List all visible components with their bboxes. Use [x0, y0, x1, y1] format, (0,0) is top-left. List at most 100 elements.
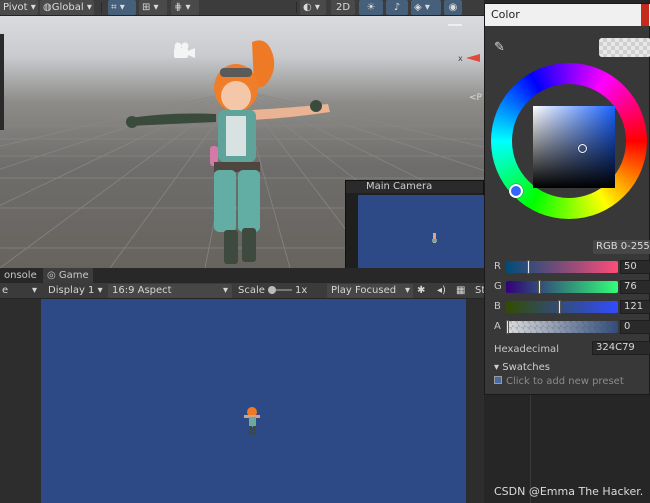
axis-gizmo[interactable]: x <P [458, 54, 483, 103]
aspect-label: 16:9 Aspect [112, 285, 172, 296]
close-button[interactable] [641, 4, 649, 26]
display-label: Display 1 [48, 285, 95, 296]
globe-icon: ◍ [43, 2, 52, 13]
global-label: Global [51, 2, 84, 13]
shading-mode-icon: ◐ ▾ [303, 2, 320, 13]
channel-b-label: B [494, 301, 501, 312]
channel-a-value[interactable]: 0 [620, 320, 650, 334]
tab-game[interactable]: ◎ Game [43, 268, 93, 283]
color-preview-swatch [599, 38, 650, 57]
tab-console-label: onsole [4, 270, 37, 281]
game-view[interactable] [41, 299, 466, 503]
scene-view[interactable]: x <P Main Camera [0, 16, 484, 268]
game-mode-dropdown[interactable]: e ▾ [0, 284, 42, 298]
game-toolbar: e ▾ Display 1 ▾ 16:9 Aspect ▾ Scale 1x Pla… [0, 283, 485, 299]
lightbulb-icon: ☀ [366, 2, 376, 13]
grid-visual-icon: ⋕ ▾ [174, 2, 191, 13]
effects-toggle[interactable]: ◈ ▾ [411, 0, 441, 15]
mode-2d-button[interactable]: 2D [331, 0, 355, 15]
axis-x-label: x [458, 54, 463, 63]
gamepad-icon: ◎ [47, 270, 56, 281]
tab-game-label: Game [58, 270, 89, 281]
grid-visual-button[interactable]: ⋕ ▾ [171, 0, 199, 15]
stats-icon[interactable]: ▦ [456, 284, 465, 298]
main-camera-viewport [358, 195, 484, 268]
color-picker-window: Color ✎ RGB 0-255▾ R 50 G 76 B 121 A 0 H… [484, 3, 650, 395]
swatches-add-row[interactable]: Click to add new preset [494, 376, 624, 387]
chevron-down-icon: ▾ [404, 285, 410, 296]
scale-slider-handle[interactable] [268, 286, 276, 294]
toolbar-divider [101, 2, 102, 13]
pivot-dropdown[interactable]: Pivot ▾ [0, 0, 38, 15]
channel-b-value[interactable]: 121 [620, 300, 650, 314]
channel-g-value[interactable]: 76 [620, 280, 650, 294]
layers-icon: ◈ ▾ [414, 2, 430, 13]
global-dropdown[interactable]: ◍Global ▾ [40, 0, 94, 15]
color-window-title: Color [485, 4, 650, 26]
sv-marker[interactable] [578, 144, 587, 153]
main-camera-title: Main Camera [346, 181, 483, 193]
gizmo-toggle-line [448, 24, 462, 26]
channel-g-handle[interactable] [538, 280, 541, 294]
camera-gizmo-icon[interactable] [174, 42, 195, 59]
camera-preview-character [432, 233, 437, 243]
audio-icon: ♪ [393, 2, 401, 13]
chevron-down-icon: ▾ [222, 285, 228, 296]
eye-icon: ◉ [448, 2, 458, 13]
play-mode-dropdown[interactable]: Play Focused ▾ [327, 284, 413, 298]
bottom-tabbar: onsole ◎ Game [0, 268, 484, 283]
channel-row-g: G 76 [485, 280, 650, 294]
display-dropdown[interactable]: Display 1 ▾ [48, 284, 104, 298]
tab-console[interactable]: onsole [0, 268, 42, 283]
channel-r-handle[interactable] [527, 260, 530, 274]
channel-a-handle[interactable] [506, 320, 509, 334]
toolbar-divider [296, 2, 297, 13]
play-mode-label: Play Focused [331, 285, 397, 296]
triangle-down-icon: ▾ [494, 362, 500, 373]
hex-input[interactable]: 324C79 [592, 341, 650, 355]
hidden-objects-toggle[interactable]: ◉ [444, 0, 462, 15]
color-mode-dropdown[interactable]: RGB 0-255▾ [593, 240, 650, 254]
aspect-dropdown[interactable]: 16:9 Aspect ▾ [108, 284, 232, 298]
chevron-down-icon: ▾ [30, 2, 36, 13]
mute-audio-icon[interactable]: ◂) [437, 284, 446, 298]
hue-marker[interactable] [509, 184, 523, 198]
grid-snap-button[interactable]: ⌗ ▾ [108, 0, 136, 15]
bug-icon[interactable]: ✱ [417, 284, 425, 298]
draw-mode-button[interactable]: ◐ ▾ [300, 0, 326, 15]
lighting-toggle[interactable]: ☀ [359, 0, 383, 15]
eyedropper-icon[interactable]: ✎ [494, 40, 505, 55]
add-preset-icon [494, 376, 502, 384]
color-mode-label: RGB 0-255 [596, 241, 650, 252]
channel-g-slider[interactable] [506, 280, 618, 294]
channel-a-label: A [494, 321, 501, 332]
audio-toggle[interactable]: ♪ [386, 0, 408, 15]
channel-b-handle[interactable] [558, 300, 561, 314]
scale-label: Scale [238, 285, 265, 296]
swatches-header[interactable]: ▾ Swatches [494, 362, 550, 373]
channel-b-slider[interactable] [506, 300, 618, 314]
game-letterbox-left [0, 299, 41, 503]
snap-icon: ⊞ ▾ [142, 2, 159, 13]
hex-label: Hexadecimal [494, 344, 559, 355]
chevron-down-icon: ▾ [86, 2, 92, 13]
watermark-text: CSDN @Emma The Hacker. [494, 485, 644, 498]
channel-a-slider[interactable] [506, 320, 618, 334]
channel-r-label: R [494, 261, 501, 272]
channel-r-slider[interactable] [506, 260, 618, 274]
swatches-hint: Click to add new preset [506, 376, 624, 387]
main-camera-preview: Main Camera [345, 180, 484, 268]
channel-row-b: B 121 [485, 300, 650, 314]
chevron-down-icon: ▾ [32, 285, 38, 296]
saturation-value-square[interactable] [533, 106, 615, 188]
mode-2d-label: 2D [335, 2, 351, 13]
snap-increment-button[interactable]: ⊞ ▾ [139, 0, 167, 15]
overlay-panel-edge [0, 34, 4, 130]
chevron-down-icon: ▾ [97, 285, 103, 296]
swatches-label: Swatches [502, 362, 550, 373]
channel-r-value[interactable]: 50 [620, 260, 650, 274]
grid-icon: ⌗ ▾ [111, 2, 125, 13]
game-mode-label: e [2, 285, 9, 296]
scale-value: 1x [295, 285, 308, 296]
game-view-character [244, 407, 260, 435]
